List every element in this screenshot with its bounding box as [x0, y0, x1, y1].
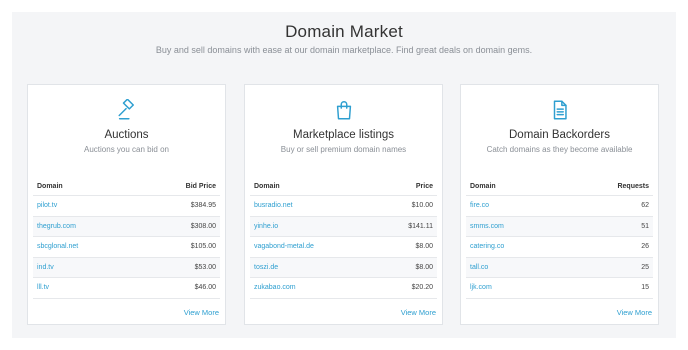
request-count: 15: [641, 284, 649, 292]
domain-link[interactable]: sbcglonal.net: [37, 243, 78, 250]
table-row: ind.tv $53.00: [33, 257, 220, 278]
view-more-link[interactable]: View More: [184, 308, 219, 317]
price: $141.11: [408, 222, 433, 230]
domain-link[interactable]: zukabao.com: [254, 284, 296, 291]
view-more-link[interactable]: View More: [617, 308, 652, 317]
domain-backorders-card: Domain Backorders Catch domains as they …: [460, 84, 659, 325]
table-row: yinhe.io $141.11: [250, 216, 437, 237]
table-header: Domain Price: [250, 178, 437, 196]
table-row: busradio.net $10.00: [250, 196, 437, 217]
column-header-domain: Domain: [37, 183, 63, 190]
table-row: sbcglonal.net $105.00: [33, 237, 220, 258]
table-row: zukabao.com $20.20: [250, 278, 437, 299]
bid-price: $105.00: [190, 243, 216, 251]
document-icon: [461, 99, 658, 121]
card-subtitle: Buy or sell premium domain names: [280, 145, 407, 154]
domain-link[interactable]: vagabond-metal.de: [254, 243, 314, 250]
bid-price: $308.00: [190, 222, 216, 230]
marketplace-table: Domain Price busradio.net $10.00 yinhe.i…: [250, 178, 437, 299]
domain-link[interactable]: pilot.tv: [37, 202, 57, 209]
request-count: 51: [641, 222, 649, 230]
page-subtitle: Buy and sell domains with ease at our do…: [155, 45, 533, 55]
bid-price: $46.00: [194, 284, 216, 292]
table-row: ljk.com 15: [466, 278, 653, 299]
page-title: Domain Market: [285, 22, 403, 41]
column-header-domain: Domain: [254, 183, 280, 190]
table-row: smms.com 51: [466, 216, 653, 237]
domain-link[interactable]: toszi.de: [254, 264, 278, 271]
card-title: Marketplace listings: [293, 129, 394, 141]
table-header: Domain Requests: [466, 178, 653, 196]
auctions-card: Auctions Auctions you can bid on Domain …: [27, 84, 226, 325]
table-row: thegrub.com $308.00: [33, 216, 220, 237]
gavel-icon: [28, 99, 225, 121]
table-header: Domain Bid Price: [33, 178, 220, 196]
price: $20.20: [411, 284, 433, 292]
view-more-link[interactable]: View More: [401, 308, 436, 317]
domain-link[interactable]: ind.tv: [37, 264, 54, 271]
table-row: toszi.de $8.00: [250, 257, 437, 278]
table-row: tall.co 25: [466, 257, 653, 278]
column-header-bid-price: Bid Price: [185, 183, 216, 190]
request-count: 26: [641, 243, 649, 251]
price: $8.00: [415, 243, 433, 251]
column-header-price: Price: [415, 183, 433, 190]
column-header-domain: Domain: [470, 183, 496, 190]
domain-link[interactable]: lll.tv: [37, 284, 49, 291]
table-row: catering.co 26: [466, 237, 653, 258]
bid-price: $53.00: [194, 263, 216, 271]
auctions-table: Domain Bid Price pilot.tv $384.95 thegru…: [33, 178, 220, 299]
request-count: 62: [641, 202, 649, 210]
card-title: Auctions: [104, 129, 149, 141]
domain-link[interactable]: yinhe.io: [254, 223, 278, 230]
bid-price: $384.95: [190, 202, 216, 210]
price: $8.00: [415, 263, 433, 271]
table-row: fire.co 62: [466, 196, 653, 217]
card-title: Domain Backorders: [509, 129, 610, 141]
domain-link[interactable]: ljk.com: [470, 284, 492, 291]
backorders-table: Domain Requests fire.co 62 smms.com 51 c…: [466, 178, 653, 299]
domain-link[interactable]: thegrub.com: [37, 223, 76, 230]
domain-link[interactable]: smms.com: [470, 223, 504, 230]
domain-link[interactable]: catering.co: [470, 243, 504, 250]
domain-link[interactable]: fire.co: [470, 202, 489, 209]
shopping-bag-icon: [245, 99, 442, 121]
marketplace-listings-card: Marketplace listings Buy or sell premium…: [244, 84, 443, 325]
table-row: vagabond-metal.de $8.00: [250, 237, 437, 258]
table-row: pilot.tv $384.95: [33, 196, 220, 217]
table-row: lll.tv $46.00: [33, 278, 220, 299]
price: $10.00: [411, 202, 433, 210]
domain-link[interactable]: busradio.net: [254, 202, 293, 209]
card-subtitle: Auctions you can bid on: [84, 145, 169, 154]
domain-market-section: Domain Market Buy and sell domains with …: [12, 12, 676, 338]
domain-link[interactable]: tall.co: [470, 264, 488, 271]
card-subtitle: Catch domains as they become available: [486, 145, 633, 154]
request-count: 25: [641, 263, 649, 271]
column-header-requests: Requests: [617, 183, 649, 190]
